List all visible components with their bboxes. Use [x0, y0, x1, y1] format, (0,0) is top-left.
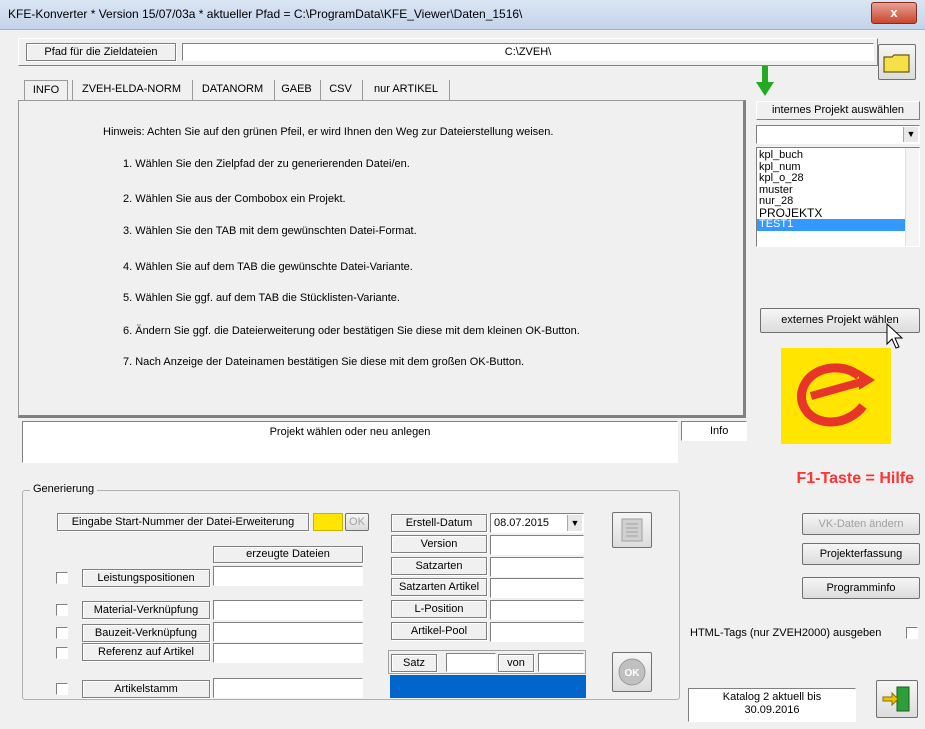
chevron-down-icon[interactable]: ▼	[903, 127, 918, 142]
version-field	[490, 535, 584, 555]
list-view-button[interactable]	[612, 512, 652, 548]
programminfo-button[interactable]: Programminfo	[802, 577, 920, 599]
label-referenz-auf-artikel: Referenz auf Artikel	[82, 643, 210, 661]
von-field	[538, 653, 584, 672]
svg-text:OK: OK	[625, 668, 641, 679]
label-satzarten-artikel: Satzarten Artikel	[391, 578, 487, 596]
catalog-info: Katalog 2 aktuell bis 30.09.2016	[688, 688, 856, 722]
label-bauzeit-verknuepfung: Bauzeit-Verknüpfung	[82, 624, 210, 642]
satz-field	[446, 653, 496, 672]
project-combobox[interactable]: ▼	[756, 125, 920, 144]
file-referenz-auf-artikel	[213, 643, 363, 663]
checkbox-referenz-auf-artikel[interactable]	[56, 647, 68, 659]
label-erstell-datum: Erstell-Datum	[391, 514, 487, 532]
info-step-3: 3. Wählen Sie den TAB mit dem gewünschte…	[123, 225, 417, 237]
tab-info[interactable]: INFO	[24, 80, 68, 100]
vk-daten-button[interactable]: VK-Daten ändern	[802, 513, 920, 535]
list-item[interactable]: kpl_buch	[757, 150, 919, 162]
label-artikelstamm: Artikelstamm	[82, 680, 210, 698]
label-version: Version	[391, 535, 487, 553]
ok-icon: OK	[618, 658, 646, 686]
path-input[interactable]: C:\ZVEH\	[182, 43, 874, 61]
info-step-1: 1. Wählen Sie den Zielpfad der zu generi…	[123, 158, 410, 170]
tab-csv[interactable]: CSV	[320, 80, 360, 100]
title-bar: KFE-Konverter * Version 15/07/03a * aktu…	[0, 0, 925, 30]
folder-button[interactable]	[878, 44, 916, 80]
file-bauzeit-verknuepfung	[213, 622, 363, 642]
checkbox-leistungspositionen[interactable]	[56, 572, 68, 584]
satzarten-field	[490, 557, 584, 577]
file-artikelstamm	[213, 678, 363, 698]
exit-button[interactable]	[876, 680, 918, 718]
chevron-down-icon[interactable]: ▼	[567, 515, 582, 531]
html-tags-label: HTML-Tags (nur ZVEH2000) ausgeben	[690, 627, 882, 639]
progress-bar	[390, 675, 586, 698]
list-scrollbar[interactable]	[905, 148, 919, 246]
e-logo	[781, 348, 891, 444]
label-l-position: L-Position	[391, 600, 487, 618]
info-field: Info	[681, 421, 747, 441]
window-title: KFE-Konverter * Version 15/07/03a * aktu…	[8, 7, 523, 21]
info-panel: Hinweis: Achten Sie auf den grünen Pfeil…	[18, 100, 746, 418]
l-position-field	[490, 600, 584, 620]
label-artikel-pool: Artikel-Pool	[391, 622, 487, 640]
projekterfassung-button[interactable]: Projekterfassung	[802, 543, 920, 565]
label-material-verknuepfung: Material-Verknüpfung	[82, 601, 210, 619]
date-combobox[interactable]: 08.07.2015 ▼	[490, 513, 584, 533]
files-header: erzeugte Dateien	[213, 546, 363, 563]
catalog-text: Katalog 2 aktuell bis 30.09.2016	[722, 691, 822, 716]
date-value: 08.07.2015	[494, 517, 550, 529]
artikel-pool-field	[490, 622, 584, 642]
close-button[interactable]: x	[871, 2, 917, 24]
path-label: Pfad für die Zieldateien	[26, 43, 176, 61]
label-satzarten: Satzarten	[391, 557, 487, 575]
info-label: Info	[710, 425, 729, 437]
file-leistungspositionen	[213, 566, 363, 586]
exit-door-icon	[882, 686, 910, 712]
label-leistungspositionen: Leistungspositionen	[82, 569, 210, 587]
file-material-verknuepfung	[213, 600, 363, 620]
checkbox-bauzeit-verknuepfung[interactable]	[56, 627, 68, 639]
satzarten-artikel-field	[490, 578, 584, 598]
satz-label: Satz	[391, 654, 437, 672]
tab-datanorm[interactable]: DATANORM	[192, 80, 272, 100]
tab-gaeb[interactable]: GAEB	[274, 80, 318, 100]
status-text: Projekt wählen oder neu anlegen	[269, 426, 431, 438]
info-step-4: 4. Wählen Sie auf dem TAB die gewünschte…	[123, 261, 413, 273]
status-message: Projekt wählen oder neu anlegen	[22, 421, 678, 463]
list-view-icon	[621, 518, 643, 542]
tab-nur-artikel[interactable]: nur ARTIKEL	[362, 80, 450, 100]
info-step-6: 6. Ändern Sie ggf. die Dateierweiterung …	[123, 325, 580, 337]
von-label: von	[498, 654, 534, 672]
html-tags-checkbox[interactable]	[906, 627, 918, 639]
list-item[interactable]: kpl_o_28	[757, 173, 919, 185]
e-logo-icon	[797, 363, 875, 427]
internal-project-label: internes Projekt auswählen	[756, 101, 920, 120]
tab-zveh-elda-norm[interactable]: ZVEH-ELDA-NORM	[72, 80, 190, 100]
info-hint: Hinweis: Achten Sie auf den grünen Pfeil…	[103, 126, 554, 138]
folder-icon	[883, 54, 910, 73]
generation-group-label: Generierung	[30, 483, 98, 495]
list-item-selected[interactable]: TEST1	[757, 219, 905, 231]
start-number-input[interactable]	[313, 513, 343, 531]
green-arrow-icon	[756, 66, 774, 96]
checkbox-artikelstamm[interactable]	[56, 683, 68, 695]
checkbox-material-verknuepfung[interactable]	[56, 604, 68, 616]
start-number-label: Eingabe Start-Nummer der Datei-Erweiteru…	[57, 513, 309, 531]
info-step-7: 7. Nach Anzeige der Dateinamen bestätige…	[123, 356, 525, 368]
info-step-2: 2. Wählen Sie aus der Combobox ein Proje…	[123, 193, 346, 205]
project-list[interactable]: kpl_buch kpl_num kpl_o_28 muster nur_28 …	[756, 147, 920, 247]
ok-big-button[interactable]: OK	[612, 652, 652, 692]
ok-small-button[interactable]: OK	[345, 513, 369, 531]
info-step-5: 5. Wählen Sie ggf. auf dem TAB die Stück…	[123, 292, 400, 304]
help-text: F1-Taste = Hilfe	[796, 470, 914, 487]
